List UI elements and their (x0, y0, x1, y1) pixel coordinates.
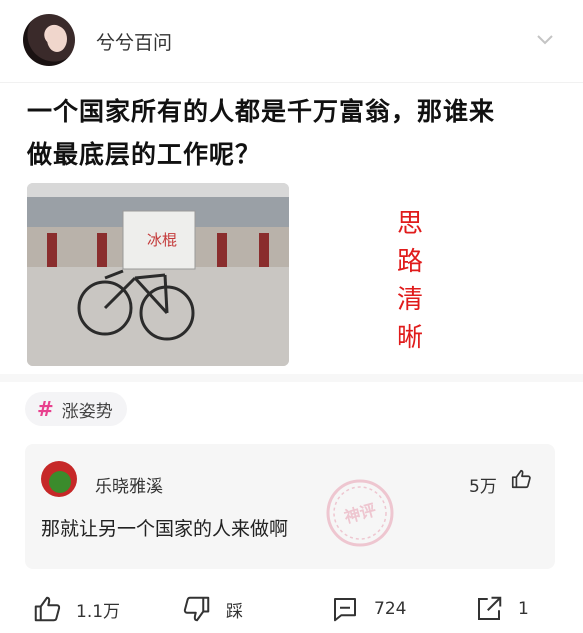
avatar-detail (49, 471, 71, 493)
post-image[interactable]: 冰棍 (27, 183, 289, 366)
dislike-label: 踩 (226, 601, 243, 622)
post-header: 兮兮百问 (0, 0, 583, 82)
chevron-down-icon[interactable] (536, 30, 554, 48)
header-divider (0, 82, 583, 83)
commenter-avatar[interactable] (41, 461, 77, 497)
post-title-line-1: 一个国家所有的人都是千万富翁，那谁来 (27, 97, 496, 126)
like-button[interactable]: 1.1万 (32, 594, 120, 624)
section-divider (0, 374, 583, 382)
vertical-annotation: 思 路 清 晰 (395, 205, 425, 357)
thumbs-up-icon (34, 596, 61, 622)
stamp-text: 神评 (342, 500, 378, 527)
share-button[interactable]: 1 (474, 594, 529, 624)
thumbs-down-icon (183, 596, 210, 622)
comment-button[interactable]: 724 (330, 594, 406, 624)
topic-tag-label: 涨姿势 (61, 401, 113, 422)
dislike-button[interactable]: 踩 (182, 594, 243, 624)
share-icon (478, 596, 502, 620)
share-count: 1 (518, 599, 529, 619)
post-title-line-2: 做最底层的工作呢？ (27, 140, 262, 169)
annotation-char: 清 (396, 285, 423, 315)
like-count: 1.1万 (76, 601, 121, 622)
comment-icon (334, 598, 356, 622)
comment-text: 那就让另一个国家的人来做啊 (41, 518, 289, 540)
action-bar: 1.1万 踩 724 1 (0, 588, 583, 633)
commenter-name[interactable]: 乐晓雅溪 (95, 472, 163, 497)
hashtag-icon: # (37, 397, 54, 421)
post-title[interactable]: 一个国家所有的人都是千万富翁，那谁来 做最底层的工作呢？ (27, 90, 567, 176)
comment-count: 724 (374, 599, 407, 619)
bicycle-photo: 冰棍 (27, 183, 289, 366)
annotation-char: 路 (396, 247, 423, 277)
comment-like-count: 5万 (469, 477, 497, 497)
image-caption: 冰棍 (147, 231, 177, 249)
avatar-face (47, 26, 67, 52)
topic-tag[interactable]: # 涨姿势 (25, 392, 127, 426)
thumbs-up-icon[interactable] (510, 468, 532, 490)
top-comment[interactable]: 乐晓雅溪 5万 神评 那就让另一个国家的人来做啊 (25, 444, 555, 569)
annotation-char: 晰 (396, 323, 423, 353)
author-avatar[interactable] (23, 14, 75, 66)
annotation-char: 思 (396, 209, 423, 239)
author-name[interactable]: 兮兮百问 (96, 28, 172, 55)
hot-comment-stamp: 神评 (326, 479, 394, 547)
